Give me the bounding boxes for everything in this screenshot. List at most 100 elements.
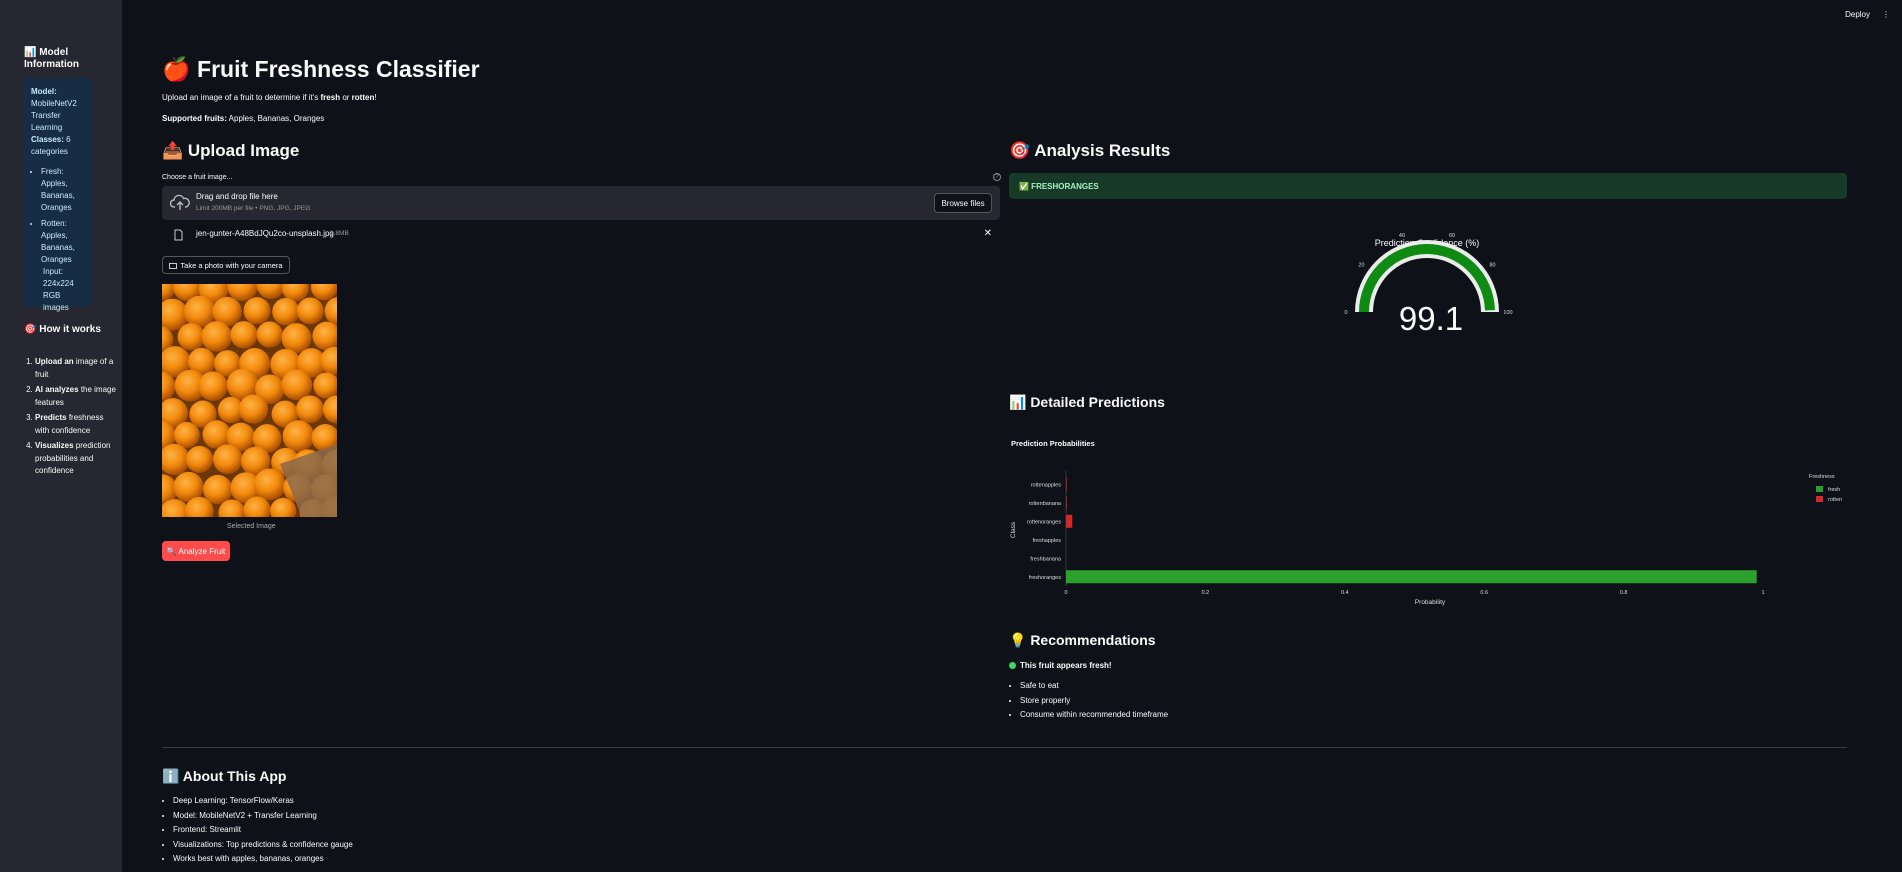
orange-fruit bbox=[296, 395, 324, 424]
prediction-success-alert: ✅ FRESHORANGES bbox=[1009, 173, 1847, 199]
intro-text: Upload an image of a fruit to determine … bbox=[162, 93, 377, 102]
drag-drop-text: Drag and drop file here bbox=[196, 192, 278, 201]
file-limit-text: Limit 200MB per file • PNG, JPG, JPEG bbox=[196, 205, 311, 212]
upload-heading: 📤 Upload Image bbox=[162, 141, 300, 160]
uploader-label: Choose a fruit image... bbox=[162, 174, 233, 181]
file-name: jen-gunter-A48BdJQu2co-unsplash.jpg bbox=[196, 229, 334, 238]
about-list: Deep Learning: TensorFlow/KerasModel: Mo… bbox=[163, 794, 353, 867]
gauge-tick-label: 40 bbox=[1399, 233, 1405, 239]
gauge-tick-label: 60 bbox=[1449, 233, 1455, 239]
analyze-fruit-button[interactable]: 🔍 Analyze Fruit bbox=[162, 541, 230, 561]
about-item: Works best with apples, bananas, oranges bbox=[173, 852, 353, 867]
orange-fruit bbox=[282, 420, 315, 452]
recommendation-item: Safe to eat bbox=[1020, 679, 1168, 694]
sidebar: 📊 Model Information Model: MobileNetV2 T… bbox=[0, 0, 122, 872]
model-label: Model: bbox=[31, 87, 57, 96]
confidence-gauge: Prediction Confidence (%) 020406080100 9… bbox=[1344, 233, 1512, 337]
about-item: Visualizations: Top predictions & confid… bbox=[173, 838, 353, 853]
orange-fruit bbox=[272, 297, 300, 326]
gauge-value: 99.1 bbox=[1399, 300, 1463, 337]
recommendations-list: Safe to eatStore properlyConsume within … bbox=[1010, 679, 1168, 723]
gauge-tick-label: 80 bbox=[1489, 262, 1495, 268]
oranges-photo bbox=[162, 284, 337, 517]
deploy-button[interactable]: Deploy bbox=[1845, 10, 1870, 19]
x-axis-label: Probability bbox=[1415, 599, 1446, 606]
cloud-upload-icon bbox=[170, 194, 190, 210]
page-title: 🍎 Fruit Freshness Classifier bbox=[162, 56, 480, 82]
x-tick-label: 0.2 bbox=[1202, 590, 1210, 596]
legend-swatch-fresh[interactable] bbox=[1816, 486, 1823, 492]
orange-fruit bbox=[201, 321, 232, 352]
file-size: 1.8MB bbox=[330, 230, 349, 237]
green-circle-icon bbox=[1009, 662, 1016, 669]
camera-button[interactable]: Take a photo with your camera bbox=[162, 256, 290, 274]
legend-label-fresh[interactable]: fresh bbox=[1828, 487, 1840, 493]
orange-fruit bbox=[198, 371, 228, 401]
model-value: MobileNetV2 Transfer Learning bbox=[31, 99, 77, 132]
browse-files-button[interactable]: Browse files bbox=[934, 193, 992, 213]
rotten-list-item: Rotten: Apples, Bananas, Oranges bbox=[41, 218, 84, 266]
category-tick-label: freshapples bbox=[1033, 538, 1062, 544]
results-heading: 🎯 Analysis Results bbox=[1009, 141, 1171, 160]
probability-bar-chart: Prediction Probabilities rottenapples rot… bbox=[1010, 439, 1842, 606]
how-step-item: Predicts freshness with confidence bbox=[35, 412, 118, 437]
gauge-tick-label: 100 bbox=[1503, 310, 1512, 316]
orange-fruit bbox=[213, 444, 243, 474]
about-heading: ℹ️ About This App bbox=[162, 768, 287, 784]
model-info-box: Model: MobileNetV2 Transfer Learning Cla… bbox=[23, 78, 92, 312]
orange-fruit bbox=[256, 321, 283, 348]
section-divider bbox=[162, 747, 1847, 748]
file-icon bbox=[174, 229, 183, 241]
about-item: Deep Learning: TensorFlow/Keras bbox=[173, 794, 353, 809]
how-step-item: Visualizes prediction probabilities and … bbox=[35, 440, 118, 478]
legend-label-rotten[interactable]: rotten bbox=[1828, 497, 1842, 503]
x-tick-label: 0.6 bbox=[1480, 590, 1488, 596]
legend-title: Freshness bbox=[1809, 474, 1835, 480]
prob-bar-freshoranges bbox=[1066, 570, 1757, 584]
recommendation-item: Consume within recommended timeframe bbox=[1020, 708, 1168, 723]
orange-fruit bbox=[253, 468, 286, 501]
orange-fruit bbox=[173, 421, 200, 448]
topbar: Deploy ⋮ bbox=[1845, 10, 1890, 19]
orange-fruit bbox=[177, 323, 206, 351]
help-icon[interactable]: ? bbox=[993, 173, 1001, 181]
orange-fruit bbox=[185, 445, 214, 473]
x-tick-label: 1 bbox=[1761, 590, 1764, 596]
x-tick-label: 0 bbox=[1064, 590, 1067, 596]
input-info: Input: 224x224 RGB images bbox=[43, 267, 74, 312]
about-item: Frontend: Streamlit bbox=[173, 823, 353, 838]
supported-fruits-text: Supported fruits: Apples, Bananas, Orang… bbox=[162, 114, 325, 123]
x-tick-label: 0.4 bbox=[1341, 590, 1349, 596]
recommendations-heading: 💡 Recommendations bbox=[1009, 632, 1156, 648]
orange-fruit bbox=[230, 321, 258, 349]
classes-label: Classes: bbox=[31, 135, 64, 144]
orange-fruit bbox=[243, 297, 271, 325]
y-axis-label: Class bbox=[1010, 521, 1017, 538]
about-item: Model: MobileNetV2 + Transfer Learning bbox=[173, 809, 353, 824]
legend-swatch-rotten[interactable] bbox=[1816, 496, 1823, 502]
freshness-status: This fruit appears fresh! bbox=[1009, 661, 1112, 670]
how-steps-list: Upload an image of a fruit AI analyzes th… bbox=[24, 356, 118, 481]
how-step-item: AI analyzes the image features bbox=[35, 384, 118, 409]
file-dropzone[interactable]: Drag and drop file here Limit 200MB per … bbox=[162, 186, 1000, 220]
orange-fruit bbox=[281, 323, 312, 354]
orange-fruit bbox=[281, 369, 313, 401]
gauge-tick-label: 0 bbox=[1344, 310, 1347, 316]
fresh-list-item: Fresh: Apples, Bananas, Oranges bbox=[41, 166, 84, 214]
selected-fruit-image bbox=[162, 284, 337, 517]
chart-title: Prediction Probabilities bbox=[1011, 439, 1095, 448]
sidebar-how-title: 🎯 How it works bbox=[24, 324, 101, 335]
main-menu-icon[interactable]: ⋮ bbox=[1882, 10, 1890, 19]
remove-file-icon[interactable]: ✕ bbox=[984, 228, 992, 239]
orange-fruit bbox=[296, 297, 324, 325]
recommendation-item: Store properly bbox=[1020, 694, 1168, 709]
camera-icon bbox=[169, 262, 178, 269]
prob-bar-rottenbanana bbox=[1066, 496, 1067, 510]
x-tick-label: 0.8 bbox=[1620, 590, 1628, 596]
category-tick-label: rottenapples bbox=[1031, 482, 1062, 488]
prob-bar-rottenoranges bbox=[1066, 514, 1073, 528]
category-tick-label: rottenoranges bbox=[1027, 519, 1061, 525]
orange-fruit bbox=[238, 394, 269, 424]
gauge-tick-label: 20 bbox=[1358, 262, 1364, 268]
prob-bar-rottenapples bbox=[1066, 477, 1067, 491]
